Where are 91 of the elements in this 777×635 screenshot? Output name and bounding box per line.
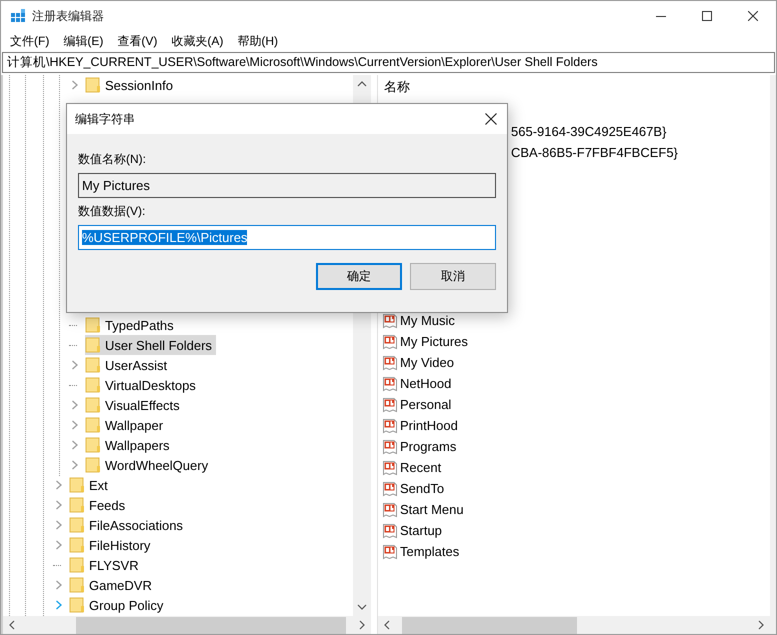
expand-chevron-icon[interactable]	[71, 399, 79, 411]
value-name-field[interactable]: My Pictures	[78, 173, 496, 198]
expand-chevron-icon[interactable]	[71, 439, 79, 451]
registry-value[interactable]: SendTo	[378, 478, 448, 499]
maximize-icon	[702, 11, 712, 21]
value-name[interactable]: CBA-86B5-F7FBF4FBCEF5}	[511, 145, 678, 160]
menu-item[interactable]: 文件(F)	[3, 32, 56, 50]
tree-item[interactable]: User Shell Folders	[69, 335, 216, 355]
registry-value[interactable]: Start Menu	[378, 499, 467, 520]
string-value-icon	[382, 396, 398, 412]
folder-icon	[85, 397, 101, 413]
string-value-icon	[382, 418, 398, 434]
expand-chevron-icon[interactable]	[71, 79, 79, 91]
expand-chevron-icon[interactable]	[71, 459, 79, 471]
folder-icon	[85, 417, 101, 433]
tree-item[interactable]: FLYSVR	[53, 555, 143, 575]
column-header[interactable]: 名称	[378, 75, 464, 97]
tree-item[interactable]: SessionInfo	[69, 75, 177, 95]
string-value-icon	[382, 354, 398, 370]
string-value-icon	[382, 460, 398, 476]
folder-icon	[69, 497, 85, 513]
registry-value[interactable]: Startup	[378, 520, 445, 541]
registry-icon	[10, 8, 26, 24]
registry-value[interactable]: Programs	[378, 436, 460, 457]
ok-button[interactable]: 确定	[316, 263, 402, 290]
expand-chevron-icon[interactable]	[55, 539, 63, 551]
string-value-icon	[382, 312, 398, 328]
folder-icon	[85, 457, 101, 473]
tree-item[interactable]: FileAssociations	[53, 515, 187, 535]
expand-chevron-icon[interactable]	[55, 579, 63, 591]
registry-value[interactable]: Recent	[378, 457, 444, 478]
tree-item[interactable]: Wallpapers	[69, 435, 174, 455]
folder-icon	[85, 337, 101, 353]
folder-icon	[69, 577, 85, 593]
field-label: 数值数据(V):	[78, 203, 146, 220]
folder-icon	[69, 557, 85, 573]
string-value-icon	[382, 376, 398, 392]
address-field[interactable]: 计算机\HKEY_CURRENT_USER\Software\Microsoft\Windows\CurrentVersion\Explorer\User Shell Folders	[2, 52, 775, 73]
field-label: 数值名称(N):	[78, 151, 147, 168]
tree-item[interactable]: Feeds	[53, 495, 130, 515]
tree-item[interactable]: WordWheelQuery	[69, 455, 212, 475]
folder-icon	[85, 317, 101, 333]
value-name[interactable]: 565-9164-39C4925E467B}	[511, 124, 666, 139]
folder-icon	[85, 77, 101, 93]
tree-item[interactable]: TypedPaths	[69, 315, 178, 335]
expand-chevron-icon[interactable]	[71, 359, 79, 371]
close-button[interactable]	[483, 111, 499, 127]
registry-value[interactable]: My Music	[378, 310, 458, 331]
expand-chevron-icon[interactable]	[55, 519, 63, 531]
window-title: 注册表编辑器	[32, 8, 104, 24]
expand-chevron-icon[interactable]	[55, 499, 63, 511]
tree-item[interactable]: Ext	[53, 475, 112, 495]
tree-item[interactable]: Wallpaper	[69, 415, 168, 435]
registry-value[interactable]: My Pictures	[378, 331, 471, 352]
folder-icon	[69, 517, 85, 533]
registry-value[interactable]: PrintHood	[378, 415, 461, 436]
registry-value[interactable]: My Video	[378, 352, 457, 373]
cancel-button[interactable]: 取消	[410, 263, 496, 290]
menu-item[interactable]: 收藏夹(A)	[164, 32, 230, 50]
folder-icon	[85, 377, 101, 393]
registry-value[interactable]: NetHood	[378, 373, 454, 394]
expand-chevron-icon[interactable]	[55, 599, 63, 611]
folder-icon	[85, 357, 101, 373]
horizontal-scrollbar[interactable]	[378, 616, 770, 634]
close-icon	[748, 11, 758, 21]
folder-icon	[85, 437, 101, 453]
expand-chevron-icon[interactable]	[55, 479, 63, 491]
string-value-icon	[382, 334, 398, 350]
tree-item[interactable]: Group Policy	[53, 595, 168, 615]
tree-item[interactable]: VirtualDesktops	[69, 375, 200, 395]
dialog-title: 编辑字符串	[75, 110, 135, 128]
folder-icon	[69, 537, 85, 553]
tree-item[interactable]: GameDVR	[53, 575, 156, 595]
string-value-icon	[382, 522, 398, 538]
string-value-icon	[382, 502, 398, 518]
value-data-field[interactable]: %USERPROFILE%\Pictures	[78, 225, 496, 250]
tree-item[interactable]: VisualEffects	[69, 395, 184, 415]
menu-item[interactable]: 帮助(H)	[230, 32, 285, 50]
menu-item[interactable]: 查看(V)	[110, 32, 164, 50]
string-value-icon	[382, 544, 398, 560]
menu-item[interactable]: 编辑(E)	[56, 32, 110, 50]
expand-chevron-icon[interactable]	[71, 419, 79, 431]
tree-item[interactable]: UserAssist	[69, 355, 172, 375]
horizontal-scrollbar[interactable]	[3, 616, 371, 634]
registry-value[interactable]: Templates	[378, 541, 462, 562]
folder-icon	[69, 477, 85, 493]
string-value-icon	[382, 438, 398, 454]
folder-icon	[69, 597, 85, 613]
registry-value[interactable]: Personal	[378, 394, 454, 415]
string-value-icon	[382, 480, 398, 496]
tree-item[interactable]: FileHistory	[53, 535, 154, 555]
